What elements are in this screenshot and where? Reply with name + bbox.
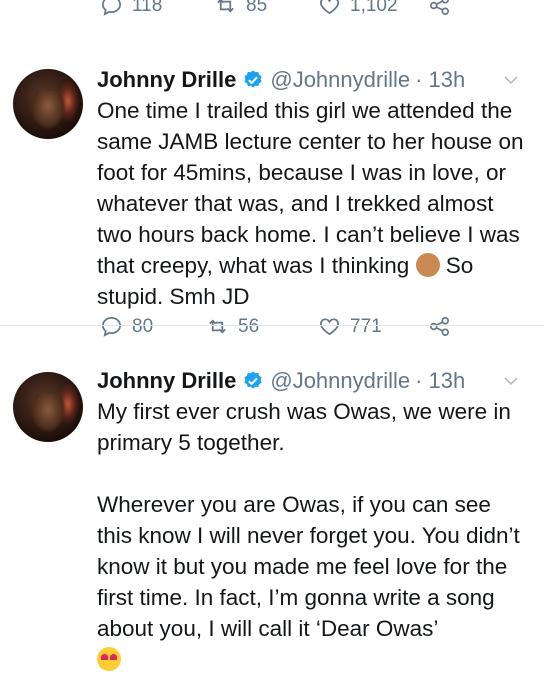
verified-badge-icon xyxy=(244,70,262,88)
verified-badge-icon xyxy=(244,371,262,389)
author-handle[interactable]: @Johnnydrille xyxy=(270,67,410,93)
chevron-down-icon[interactable] xyxy=(502,372,520,390)
tweet-text: One time I trailed this girl we attended… xyxy=(97,95,529,312)
heart-eyes-emoji xyxy=(97,647,121,671)
tweet-header: Johnny Drille @Johnnydrille · 13h xyxy=(97,67,465,93)
facepalm-emoji xyxy=(415,253,440,277)
like-count: 771 xyxy=(350,315,382,337)
like-count: 1,102 xyxy=(350,0,398,16)
tweet-timestamp[interactable]: · 13h xyxy=(415,67,465,93)
retweet-count: 56 xyxy=(238,315,260,337)
tweet-paragraph: My first ever crush was Owas, we were in… xyxy=(97,399,511,455)
retweet-button[interactable]: 56 xyxy=(206,315,259,338)
author-handle[interactable]: @Johnnydrille xyxy=(270,368,410,394)
heart-icon xyxy=(320,318,339,336)
share-button[interactable] xyxy=(428,315,451,338)
retweet-count: 85 xyxy=(246,0,268,16)
reply-count: 80 xyxy=(132,315,154,337)
share-button[interactable] xyxy=(428,0,451,17)
tweet-text: My first ever crush was Owas, we were in… xyxy=(97,396,529,675)
avatar[interactable] xyxy=(13,69,83,139)
heart-icon xyxy=(320,0,339,15)
reply-button[interactable]: 80 xyxy=(100,315,153,338)
tweet-divider xyxy=(0,325,544,326)
like-button[interactable]: 771 xyxy=(318,315,382,338)
previous-tweet-actions: 118 85 1,102 xyxy=(0,0,544,30)
author-name[interactable]: Johnny Drille xyxy=(97,67,236,93)
reply-button[interactable]: 118 xyxy=(100,0,162,17)
retweet-icon xyxy=(209,319,226,334)
retweet-icon xyxy=(217,0,234,13)
share-icon xyxy=(430,0,449,15)
tweet-text-part: One time I trailed this girl we attended… xyxy=(97,98,524,278)
reply-count: 118 xyxy=(132,0,163,16)
share-icon xyxy=(430,317,449,336)
like-button[interactable]: 1,102 xyxy=(318,0,398,17)
tweet-paragraph: Wherever you are Owas, if you can see th… xyxy=(97,492,520,641)
tweet-header: Johnny Drille @Johnnydrille · 13h xyxy=(97,368,465,394)
retweet-button[interactable]: 85 xyxy=(214,0,267,17)
reply-icon xyxy=(102,0,121,16)
chevron-down-icon[interactable] xyxy=(502,71,520,89)
author-name[interactable]: Johnny Drille xyxy=(97,368,236,394)
avatar[interactable] xyxy=(13,372,83,442)
tweet-timestamp[interactable]: · 13h xyxy=(415,368,465,394)
reply-icon xyxy=(102,317,121,337)
